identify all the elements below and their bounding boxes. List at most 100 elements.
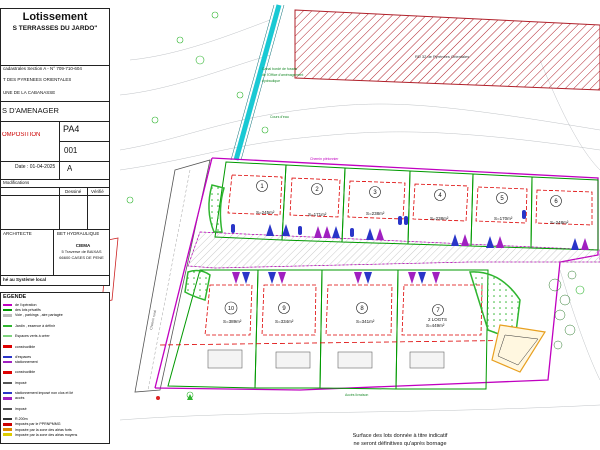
legend-item-label: imposée par la zone des aléas moyens (15, 432, 78, 437)
architect-label: ARCHITECTE (3, 231, 32, 236)
legend-swatch (3, 360, 12, 364)
canal-label-3: hydraulique (262, 79, 280, 83)
legend-swatch (3, 407, 12, 411)
shared-road (187, 231, 600, 269)
legend-swatch (3, 334, 12, 338)
legend-swatch (3, 355, 12, 359)
cadastre-ref: cadastrales Section A - N° 709-710-604 (3, 66, 82, 71)
legend-swatch (3, 433, 12, 436)
sheet-index: 001 (64, 146, 78, 155)
legend-item-label: stationnement (15, 360, 38, 365)
canal-label-4: Cours d'eau (270, 115, 289, 119)
legend-item-label: R.200m (15, 417, 28, 422)
lot-7-extra: 2 LOGTS (428, 317, 447, 322)
legend-swatch (3, 376, 12, 379)
legend-item-label: imposé (15, 406, 27, 411)
parking-symbols-bottom (232, 272, 440, 284)
legend-item-label: accès (15, 396, 25, 401)
legend-item-label: constructible (15, 370, 36, 375)
project-title: Lotissement (22, 11, 88, 23)
revision: A (67, 164, 73, 173)
legend-swatch (3, 308, 12, 312)
surface-note-line-2: ne seront définitives qu'après bornage (353, 441, 446, 447)
title-block: Lotissement S TERRASSES DU JARDO" cadast… (0, 8, 110, 286)
legend-swatch (3, 387, 12, 390)
bet-name: CIEMA (75, 243, 91, 248)
legend-swatch (3, 428, 12, 431)
pools (207, 349, 445, 369)
legend-item-label: Voie , parkings , aire partagée (15, 313, 63, 318)
legend-swatch (3, 303, 12, 307)
sheet-date: Date : 01-04-2025 (15, 164, 56, 170)
legend-item-label: d'espaces (15, 354, 32, 359)
legend-item-label: constructible (15, 344, 36, 349)
survey-point-icon (156, 396, 160, 400)
legend-item-label: imposé (15, 380, 27, 385)
bet-label: BET HYDRAULIQUE (57, 231, 100, 236)
legend-item-label: Jardin , essence à définir (15, 323, 55, 328)
legend-swatch (3, 340, 12, 343)
legend-swatch (3, 417, 12, 421)
legend-block: EGENDE de l'opération des lots privatifs V… (0, 292, 110, 444)
lot-9-surface: S=334m² (275, 319, 294, 324)
lot-2-surface: S=171m² (308, 212, 327, 217)
legend-swatch (3, 391, 12, 395)
legend-swatch (3, 397, 12, 400)
legend-swatch (3, 345, 12, 348)
shared-area (491, 324, 546, 373)
department: T DES PYRENEES ORIENTALES (3, 77, 72, 82)
col-dessine: Dessiné (65, 189, 82, 194)
legend-swatch (3, 381, 12, 385)
passage-label: Chemin piétonnier (310, 157, 339, 161)
route-label: RD 32 de Pyrénées Orientales (415, 54, 469, 59)
legend-swatch (3, 330, 12, 333)
lot-8-surface: S=341m² (356, 319, 375, 324)
sheet-code: PA4 (63, 124, 80, 134)
legend-item-label: imposés par le PPRNPMMG (15, 422, 61, 427)
legend-swatch (3, 366, 12, 369)
legend-item: imposée par la zone des aléas moyens (3, 433, 107, 438)
legend-swatch (3, 350, 12, 353)
surface-note-line-1: Surface des lots donnée à titre indicati… (353, 433, 448, 439)
commune: UNE DE LA CABANASSE (3, 90, 56, 95)
road-label: Chemin rural (149, 310, 157, 331)
system-note: hé au Système local (3, 277, 47, 282)
lot-5-surface: S=170m² (494, 216, 513, 221)
lot-6-surface: S=248m² (550, 220, 569, 225)
lot-4-surface: S=238m² (430, 216, 449, 221)
legend-title: EGENDE (3, 294, 27, 300)
lot-3-surface: S=238m² (366, 211, 385, 216)
legend-item-label: stationnement imposé non clos et lié (15, 391, 74, 396)
lots-bottom-row (167, 269, 489, 390)
site-plan-sheet: RD 32 de Pyrénées Orientales Canal bordé… (0, 0, 600, 450)
hatched-building-zone (294, 9, 600, 91)
sheet-label: OMPOSITION (2, 132, 41, 138)
access-label: Accès livraison (345, 393, 368, 397)
lot-10-number: 10 (228, 306, 234, 312)
legend-swatch (3, 413, 12, 416)
canal-label-2: de l'Office d'aménagement (262, 73, 303, 77)
limit-line (159, 339, 541, 346)
lot-10-surface: S=389m² (223, 319, 242, 324)
legend-swatch (3, 423, 12, 426)
legend-items: de l'opération des lots privatifs Voie , p… (3, 303, 107, 438)
legend-item-label: de l'opération (15, 303, 37, 307)
tree-cluster (548, 270, 577, 350)
legend-swatch (3, 324, 12, 328)
legend-item-label: Espaces verts à créer (15, 334, 50, 339)
lot-7-surface: S=449m² (426, 323, 445, 328)
canal-label-1: Canal bordé de fossés (262, 67, 297, 71)
legend-item-label: imposée par la zone des aléas forts (15, 427, 72, 432)
lot-1-surface: S=245m² (256, 210, 275, 215)
document-type: S D'AMENAGER (2, 106, 59, 115)
bet-address-1: 5 Traverse de BAIXAS (61, 249, 102, 254)
project-name: S TERRASSES DU JARDO" (12, 25, 98, 32)
bet-address-2: 66600 CASES DE PENE (59, 255, 104, 260)
modifications-label: Modifications (3, 180, 30, 185)
col-verifie: Vérifié (91, 189, 104, 194)
legend-swatch (3, 319, 12, 322)
legend-swatch (3, 402, 12, 405)
legend-swatch (3, 371, 12, 374)
legend-item-label: des lots privatifs (15, 308, 41, 313)
legend-swatch (3, 314, 12, 317)
